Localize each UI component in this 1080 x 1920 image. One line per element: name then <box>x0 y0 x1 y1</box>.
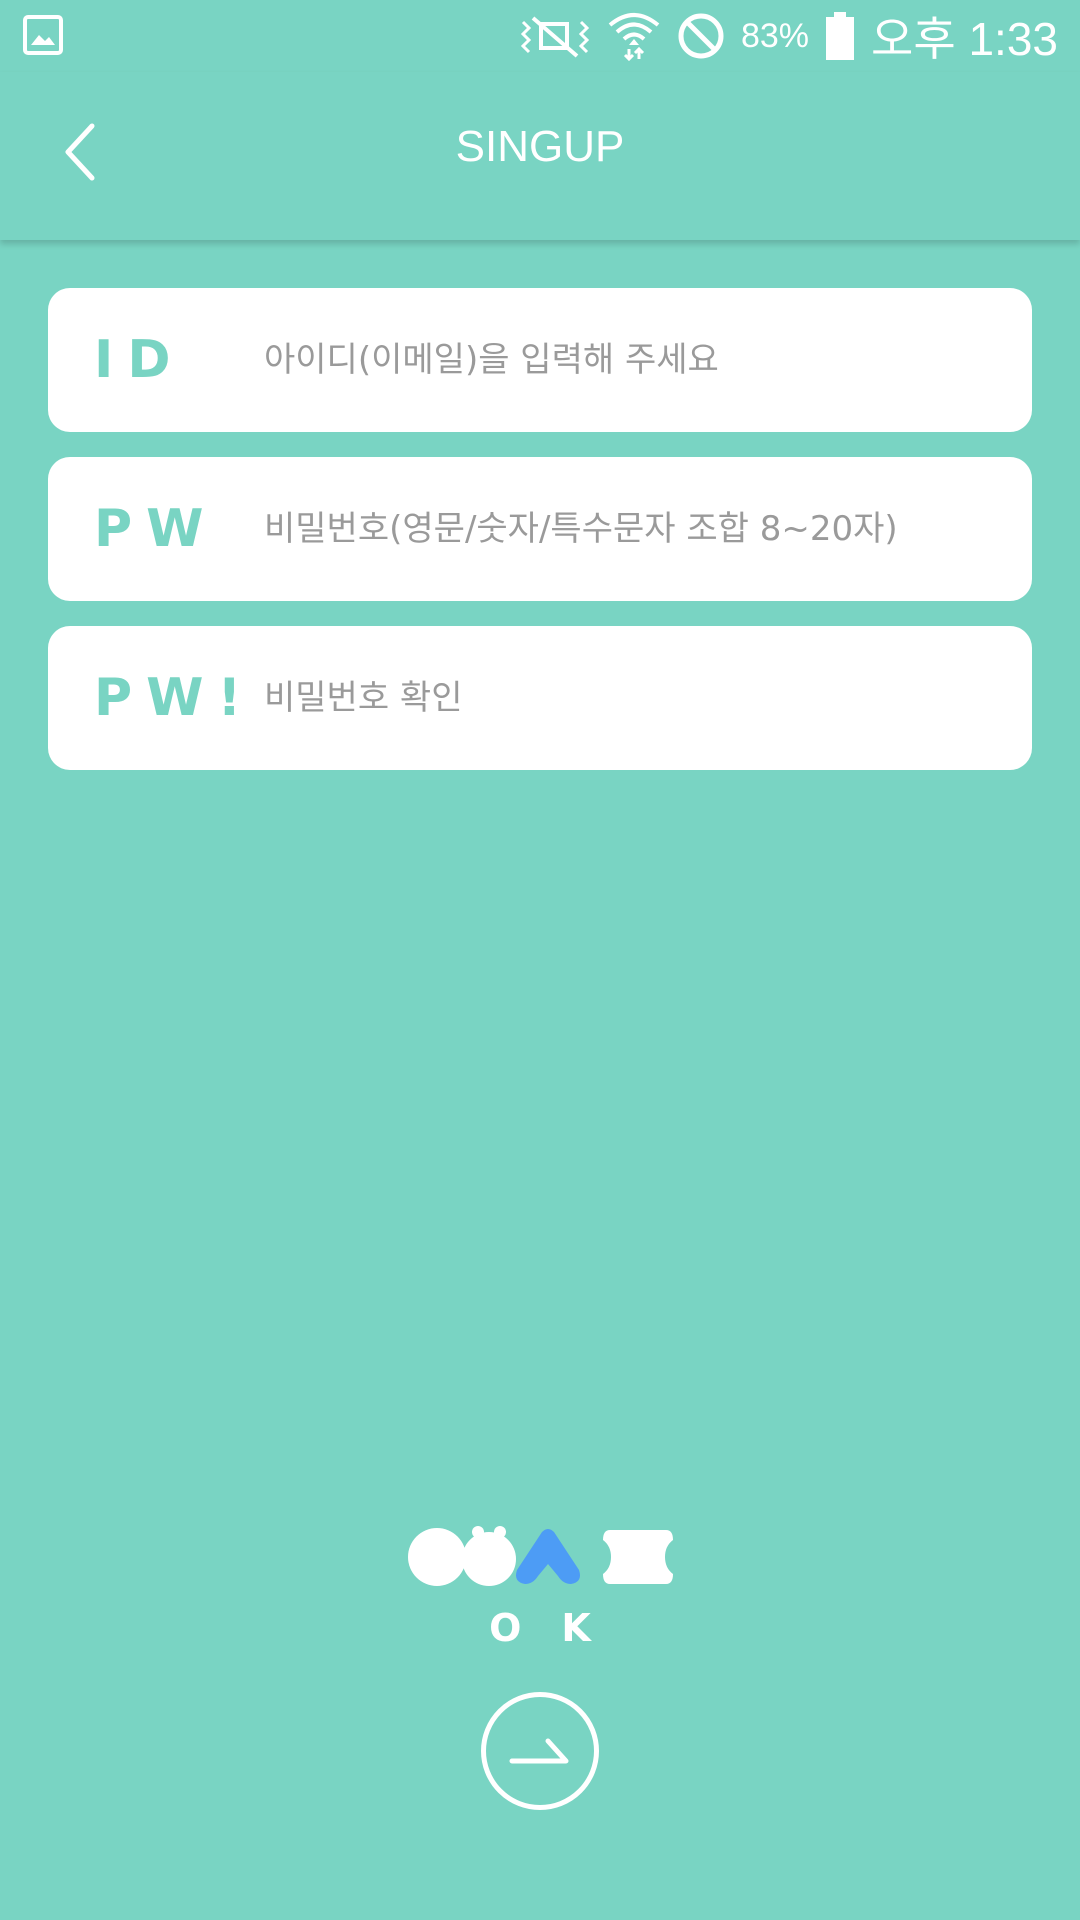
ok-label: OK <box>489 1606 631 1650</box>
id-input[interactable] <box>264 288 1032 432</box>
password-confirm-tag: PW! <box>94 668 256 728</box>
arrow-right-icon <box>509 1738 569 1764</box>
id-tag: ID <box>94 330 185 390</box>
status-bar: 83% 오후 1:33 <box>0 0 1080 72</box>
clock: 오후 1:33 <box>871 13 1058 65</box>
password-field[interactable]: PW <box>48 457 1032 601</box>
signup-screen: 83% 오후 1:33 SINGUP ID PW PW! <box>0 0 1080 1920</box>
do-not-disturb-icon <box>678 13 724 59</box>
brand-logo-icon <box>408 1526 673 1586</box>
battery-percent: 83% <box>740 16 810 55</box>
next-button[interactable] <box>481 1692 599 1810</box>
page-title: SINGUP <box>455 122 625 171</box>
signup-form: ID PW PW! <box>48 288 1032 795</box>
password-input[interactable] <box>264 457 1032 601</box>
vibrate-off-icon <box>520 16 590 58</box>
ok-area: OK <box>0 1526 1080 1650</box>
id-field[interactable]: ID <box>48 288 1032 432</box>
battery-icon <box>826 12 855 60</box>
app-header: SINGUP <box>0 72 1080 240</box>
password-tag: PW <box>94 499 218 559</box>
wifi-icon <box>608 13 660 61</box>
password-confirm-field[interactable]: PW! <box>48 626 1032 770</box>
password-confirm-input[interactable] <box>264 626 1032 770</box>
image-icon <box>23 15 63 55</box>
